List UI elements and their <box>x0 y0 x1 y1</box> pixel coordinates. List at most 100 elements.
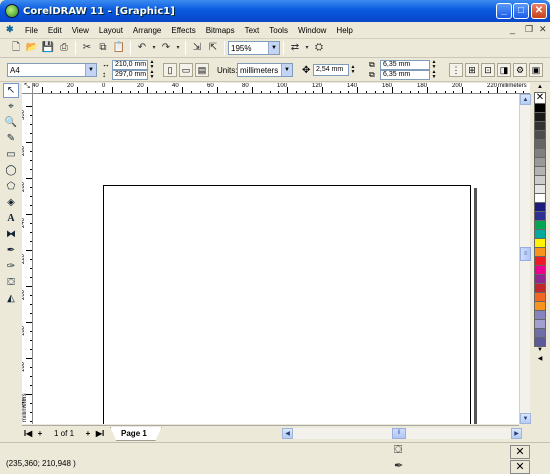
menu-edit[interactable]: Edit <box>43 26 67 35</box>
print-icon[interactable]: ⎙ <box>57 41 71 55</box>
cut-icon[interactable]: ✂ <box>80 41 94 55</box>
import-icon[interactable]: ⇲ <box>190 41 204 55</box>
launcher-dropdown-icon[interactable]: ▾ <box>304 41 310 55</box>
outline-none-icon[interactable]: ✕ <box>510 460 530 474</box>
menu-effects[interactable]: Effects <box>166 26 200 35</box>
outline-status-icon[interactable]: ✒ <box>394 459 403 472</box>
color-swatch[interactable] <box>534 302 546 311</box>
color-swatch[interactable] <box>534 167 546 176</box>
eyedropper-tool-icon[interactable]: ✒ <box>3 243 19 258</box>
tab-page-1[interactable]: Page 1 <box>110 426 162 441</box>
color-swatch[interactable] <box>534 221 546 230</box>
scroll-down-icon[interactable]: ▼ <box>520 413 531 424</box>
doc-close-button[interactable]: ✕ <box>539 24 547 35</box>
zoom-level-combo[interactable]: 195% ▼ <box>228 41 280 55</box>
coreldraw-app-icon[interactable] <box>5 4 19 18</box>
color-swatch[interactable] <box>534 320 546 329</box>
horizontal-scroll-thumb[interactable]: ⦀ <box>392 428 406 439</box>
freehand-tool-icon[interactable]: ✎ <box>3 131 19 146</box>
color-swatch[interactable] <box>534 158 546 167</box>
fill-status-icon[interactable]: ⛋ <box>394 444 402 457</box>
redo-dropdown-icon[interactable]: ▾ <box>175 41 181 55</box>
drawing-page[interactable] <box>103 185 471 424</box>
open-icon[interactable]: 📂 <box>25 41 39 55</box>
outline-tool-icon[interactable]: ✑ <box>3 259 19 274</box>
document-menu-icon[interactable]: ✱ <box>6 24 16 37</box>
color-swatch[interactable] <box>534 149 546 158</box>
color-swatch[interactable] <box>534 230 546 239</box>
duplicate-y-spinner[interactable]: ▲ ▼ <box>430 70 438 80</box>
scroll-left-icon[interactable]: ◀ <box>282 428 293 439</box>
snap-to-guidelines-icon[interactable]: ⊞ <box>465 63 479 77</box>
portrait-icon[interactable]: ▯ <box>163 63 177 77</box>
new-document-icon[interactable]: 🗋 <box>9 41 23 55</box>
fill-none-icon[interactable]: ✕ <box>510 445 530 459</box>
color-swatch[interactable] <box>534 239 546 248</box>
options-icon[interactable]: ⚙ <box>513 63 527 77</box>
drawing-canvas[interactable] <box>33 94 519 424</box>
export-icon[interactable]: ⇱ <box>206 41 220 55</box>
menu-layout[interactable]: Layout <box>94 26 128 35</box>
menu-view[interactable]: View <box>67 26 94 35</box>
chevron-down-icon[interactable]: ▼ <box>268 42 279 54</box>
scroll-right-icon[interactable]: ▶ <box>511 428 522 439</box>
color-swatch[interactable] <box>534 131 546 140</box>
color-swatch[interactable] <box>534 122 546 131</box>
paste-icon[interactable]: 📋 <box>112 41 126 55</box>
polygon-tool-icon[interactable]: ⬠ <box>3 179 19 194</box>
fill-tool-icon[interactable]: ⛋ <box>3 275 19 290</box>
height-spinner[interactable]: ▲ ▼ <box>148 70 156 80</box>
close-button[interactable]: ✕ <box>531 3 547 19</box>
horizontal-scrollbar[interactable]: ◀ ⦀ ▶ <box>282 428 522 439</box>
doc-minimize-button[interactable]: _ <box>510 24 515 34</box>
color-swatch[interactable] <box>534 275 546 284</box>
color-swatch[interactable] <box>534 176 546 185</box>
color-swatch[interactable] <box>534 329 546 338</box>
ellipse-tool-icon[interactable]: ◯ <box>3 163 19 178</box>
page-size-combo[interactable]: A4 ▼ <box>7 63 97 77</box>
page-width-field[interactable]: 210,0 mm <box>112 60 148 70</box>
color-swatch[interactable] <box>534 248 546 257</box>
color-swatch[interactable] <box>534 293 546 302</box>
redo-icon[interactable]: ↷ <box>159 41 173 55</box>
rectangle-tool-icon[interactable]: ▭ <box>3 147 19 162</box>
nudge-field[interactable]: 2,54 mm <box>313 64 349 76</box>
color-swatch[interactable] <box>534 194 546 203</box>
vertical-scrollbar[interactable]: ▲ ≡ ▼ <box>519 94 531 424</box>
interactive-blend-tool-icon[interactable]: ⧓ <box>3 227 19 242</box>
maximize-button[interactable]: □ <box>513 3 529 19</box>
interactive-fill-tool-icon[interactable]: ◭ <box>3 291 19 306</box>
no-color-swatch[interactable]: ✕ <box>534 92 546 104</box>
object-manager-icon[interactable]: ▣ <box>529 63 543 77</box>
chevron-down-icon[interactable]: ▼ <box>85 64 96 76</box>
menu-window[interactable]: Window <box>293 26 331 35</box>
color-swatch[interactable] <box>534 203 546 212</box>
color-swatch[interactable] <box>534 185 546 194</box>
color-swatch[interactable] <box>534 338 546 347</box>
color-swatch[interactable] <box>534 311 546 320</box>
color-swatch[interactable] <box>534 113 546 122</box>
shape-tool-icon[interactable]: ⌖ <box>3 99 19 114</box>
menu-file[interactable]: File <box>20 26 43 35</box>
doc-restore-button[interactable]: ❐ <box>525 24 533 35</box>
treat-as-filled-icon[interactable]: ◨ <box>497 63 511 77</box>
landscape-icon[interactable]: ▭ <box>179 63 193 77</box>
color-swatch[interactable] <box>534 104 546 113</box>
copy-icon[interactable]: ⧉ <box>96 41 110 55</box>
nudge-spinner[interactable]: ▲ ▼ <box>349 65 357 75</box>
units-combo[interactable]: millimeters ▼ <box>237 63 293 77</box>
scroll-up-icon[interactable]: ▲ <box>520 94 531 105</box>
palette-scroll-down-icon[interactable]: ▼ <box>534 347 546 355</box>
vertical-ruler[interactable]: 300 280 260 240 220 200 180 160 140 millimeters <box>22 94 33 424</box>
save-icon[interactable]: 💾 <box>41 41 55 55</box>
chevron-down-icon[interactable]: ▼ <box>281 64 292 76</box>
color-swatch[interactable] <box>534 140 546 149</box>
horizontal-ruler[interactable]: 40 20 0 20 40 60 80 100 120 140 160 180 200 220 millim… <box>22 83 530 94</box>
menu-arrange[interactable]: Arrange <box>128 26 166 35</box>
vertical-scroll-thumb[interactable]: ≡ <box>520 247 531 261</box>
palette-scroll-up-icon[interactable]: ▲ <box>534 84 546 92</box>
color-swatch[interactable] <box>534 257 546 266</box>
text-tool-icon[interactable]: A <box>3 211 19 226</box>
menu-tools[interactable]: Tools <box>264 26 293 35</box>
menu-help[interactable]: Help <box>331 26 357 35</box>
